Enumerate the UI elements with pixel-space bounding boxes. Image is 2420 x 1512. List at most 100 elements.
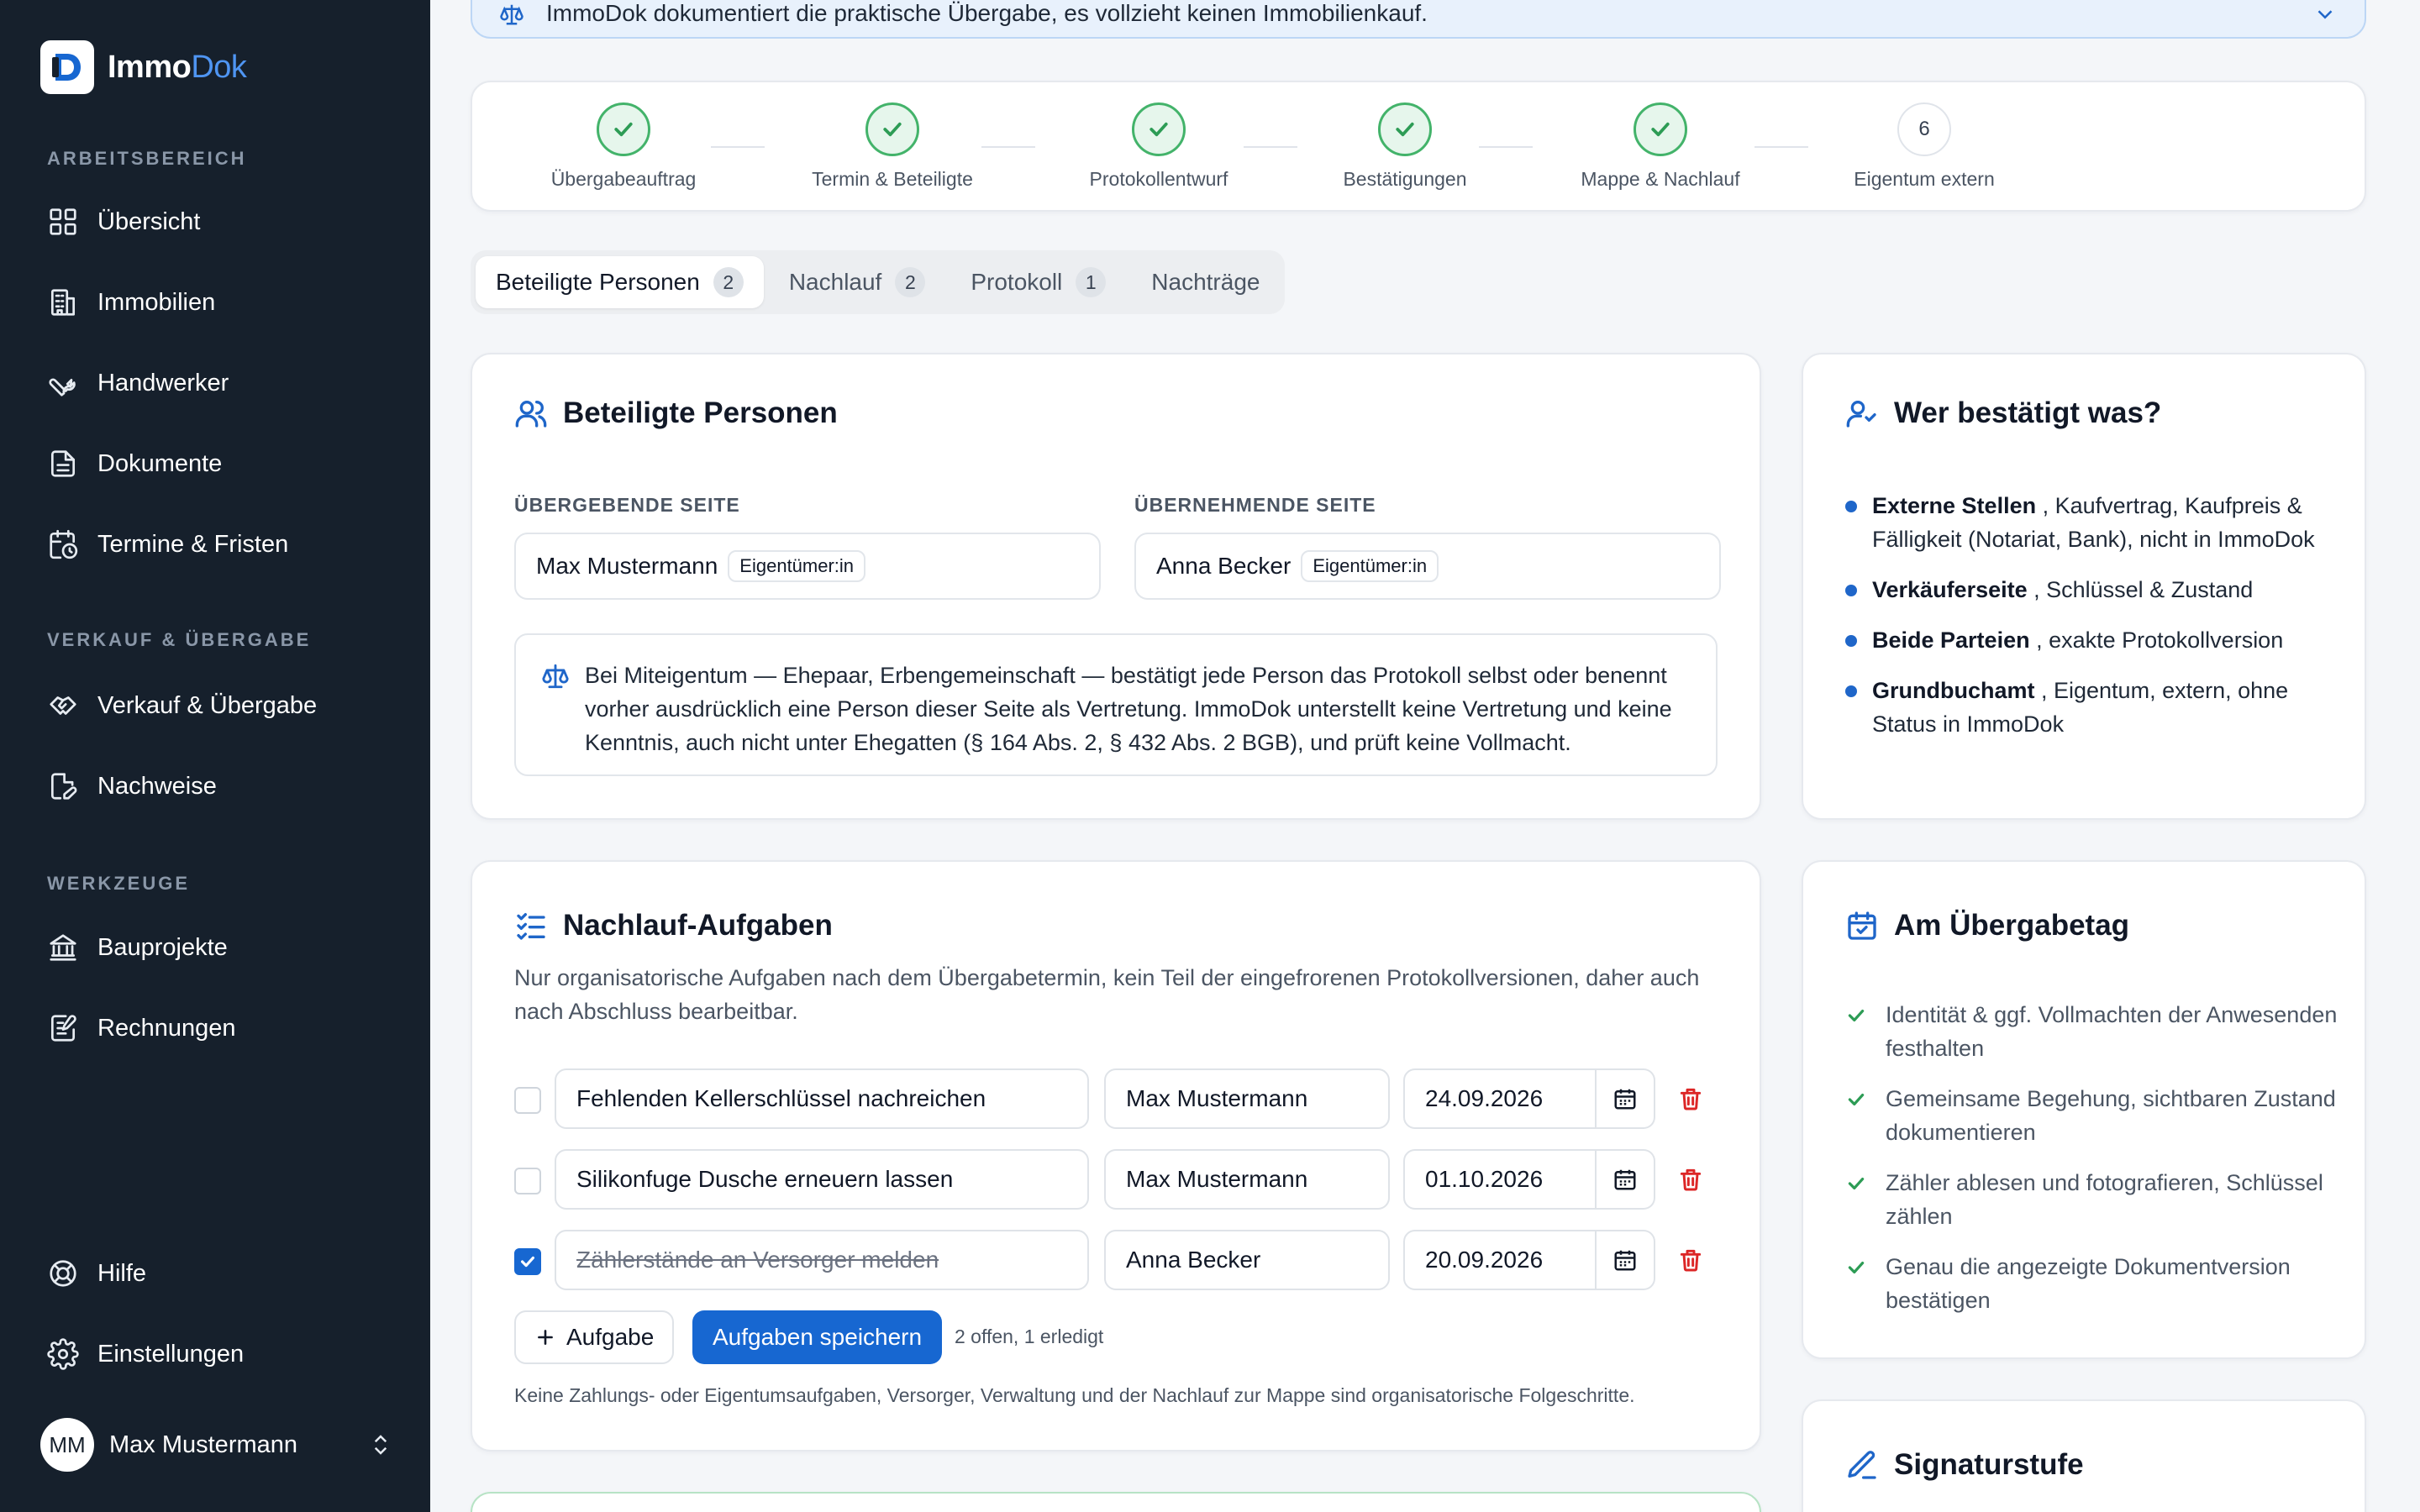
sidebar-item-uebersicht[interactable]: Übersicht — [47, 201, 201, 243]
date-picker-button[interactable] — [1597, 1068, 1655, 1129]
nav-section-label: ARBEITSBEREICH — [47, 148, 247, 169]
card-title: Signaturstufe — [1845, 1448, 2084, 1482]
sidebar-item-label: Immobilien — [97, 288, 216, 316]
tab-nachlauf[interactable]: Nachlauf 2 — [769, 256, 946, 308]
receiving-person[interactable]: Anna Becker Eigentümer:in — [1134, 533, 1721, 600]
giving-person[interactable]: Max Mustermann Eigentümer:in — [514, 533, 1101, 600]
step-circle: 6 — [1897, 102, 1951, 156]
users-icon — [515, 401, 547, 428]
tab-beteiligte[interactable]: Beteiligte Personen 2 — [476, 256, 764, 308]
list-item: Verkäuferseite , Schlüssel & Zustand — [1845, 573, 2341, 606]
task-assignee-input[interactable]: Max Mustermann — [1104, 1068, 1390, 1129]
task-checkbox[interactable] — [514, 1087, 541, 1114]
sidebar-item-label: Verkauf & Übergabe — [97, 691, 318, 719]
sidebar-item-handwerker[interactable]: Handwerker — [47, 362, 229, 404]
sidebar-item-label: Einstellungen — [97, 1340, 245, 1368]
note-text: Bei Miteigentum — Ehepaar, Erbengemeinsc… — [585, 663, 1672, 755]
sidebar-item-label: Übersicht — [97, 207, 201, 235]
file-edit-icon — [50, 773, 77, 800]
add-task-button[interactable]: Aufgabe — [514, 1310, 675, 1364]
step-2[interactable]: Termin & Beteiligte — [783, 102, 1002, 191]
sidebar-item-rechnungen[interactable]: Rechnungen — [47, 1007, 235, 1049]
tasks-footnote: Keine Zahlungs- oder Eigentumsaufgaben, … — [514, 1384, 1635, 1406]
step-5[interactable]: Mappe & Nachlauf — [1551, 102, 1770, 191]
list-item: Gemeinsame Begehung, sichtbaren Zustand … — [1845, 1082, 2349, 1149]
receiving-side-label: ÜBERNEHMENDE SEITE — [1134, 494, 1376, 516]
list-item: Externe Stellen , Kaufvertrag, Kaufpreis… — [1845, 489, 2341, 556]
user-menu[interactable]: MM Max Mustermann — [40, 1418, 393, 1472]
check-icon — [1396, 122, 1414, 137]
sidebar-item-immobilien[interactable]: Immobilien — [47, 281, 215, 323]
brand-name: ImmoDok — [108, 49, 247, 85]
lifebuoy-icon — [50, 1260, 76, 1287]
task-title-input[interactable]: Zählerstände an Versorger melden — [555, 1230, 1089, 1290]
sidebar-item-bauprojekte[interactable]: Bauprojekte — [47, 927, 228, 969]
date-picker-button[interactable] — [1597, 1230, 1655, 1290]
list-item: Genau die angezeigte Dokumentversion bes… — [1845, 1250, 2349, 1317]
task-checkbox[interactable] — [514, 1248, 541, 1275]
task-date-input[interactable]: 20.09.2026 — [1403, 1230, 1597, 1290]
user-name: Max Mustermann — [109, 1431, 298, 1458]
task-assignee-input[interactable]: Anna Becker — [1104, 1230, 1390, 1290]
step-circle — [1132, 102, 1186, 156]
scale-icon — [542, 664, 569, 689]
card-title: Am Übergabetag — [1845, 909, 2129, 942]
check-icon — [1848, 1177, 1865, 1190]
tab-bar: Beteiligte Personen 2 Nachlauf 2 Protoko… — [471, 250, 1286, 314]
save-tasks-button[interactable]: Aufgaben speichern — [692, 1310, 943, 1364]
plus-icon — [538, 1330, 553, 1345]
step-label: Bestätigungen — [1343, 168, 1467, 190]
trash-icon — [1680, 1249, 1702, 1272]
sidebar-item-hilfe[interactable]: Hilfe — [47, 1252, 146, 1294]
step-label: Eigentum extern — [1854, 168, 1995, 190]
handover-checklist: Identität & ggf. Vollmachten der Anwesen… — [1845, 998, 2349, 1334]
sidebar-item-nachweise[interactable]: Nachweise — [47, 765, 217, 807]
task-date-input[interactable]: 24.09.2026 — [1403, 1068, 1597, 1129]
list-item: Identität & ggf. Vollmachten der Anwesen… — [1845, 998, 2349, 1065]
step-6[interactable]: 6 Eigentum extern — [1815, 102, 2033, 191]
tab-nachtraege[interactable]: Nachträge — [1131, 256, 1280, 308]
receipt-icon — [50, 1015, 76, 1042]
calendar-icon — [1614, 1169, 1636, 1190]
step-3[interactable]: Protokollentwurf — [1050, 102, 1268, 191]
sidebar-item-dokumente[interactable]: Dokumente — [47, 443, 222, 485]
task-title-input[interactable]: Fehlenden Kellerschlüssel nachreichen — [555, 1068, 1089, 1129]
sidebar-item-label: Nachweise — [97, 772, 217, 800]
date-picker-button[interactable] — [1597, 1149, 1655, 1210]
delete-task-button[interactable] — [1677, 1085, 1704, 1116]
step-label: Termin & Beteiligte — [812, 168, 973, 190]
info-banner[interactable]: ImmoDok dokumentiert die praktische Über… — [471, 0, 2366, 39]
trash-icon — [1680, 1168, 1702, 1191]
task-checkbox[interactable] — [514, 1168, 541, 1194]
person-name: Max Mustermann — [536, 553, 718, 579]
step-label: Übergabeauftrag — [550, 168, 697, 190]
progress-stepper: Übergabeauftrag Termin & Beteiligte Prot… — [471, 81, 2366, 212]
add-task-label: Aufgabe — [566, 1324, 655, 1350]
handover-day-card: Am Übergabetag Identität & ggf. Vollmach… — [1802, 860, 2366, 1359]
list-item: Beide Parteien , exakte Protokollversion — [1845, 623, 2341, 657]
sidebar-item-einstellungen[interactable]: Einstellungen — [47, 1333, 244, 1375]
step-circle — [1378, 102, 1432, 156]
tab-protokoll[interactable]: Protokoll 1 — [950, 256, 1126, 308]
calendar-check-icon — [1848, 911, 1876, 940]
sidebar-item-label: Dokumente — [97, 449, 223, 477]
chevron-down-icon[interactable] — [2312, 2, 2338, 27]
scale-icon — [500, 4, 523, 25]
user-check-icon — [1846, 401, 1876, 428]
calendar-icon — [1614, 1250, 1636, 1271]
task-title-input[interactable]: Silikonfuge Dusche erneuern lassen — [555, 1149, 1089, 1210]
signature-card: Signaturstufe — [1802, 1399, 2366, 1512]
trash-icon — [1680, 1088, 1702, 1110]
task-date-input[interactable]: 01.10.2026 — [1403, 1149, 1597, 1210]
brand[interactable]: ImmoDok — [40, 40, 247, 94]
task-assignee-input[interactable]: Max Mustermann — [1104, 1149, 1390, 1210]
count-badge: 1 — [1076, 267, 1107, 297]
step-1[interactable]: Übergabeauftrag — [514, 102, 733, 191]
sidebar-item-label: Bauprojekte — [97, 933, 228, 961]
sidebar-item-verkauf[interactable]: Verkauf & Übergabe — [47, 685, 317, 727]
tab-label: Beteiligte Personen — [496, 269, 700, 295]
persons-card: Beteiligte Personen ÜBERGEBENDE SEITE ÜB… — [471, 353, 1761, 820]
sidebar-item-termine[interactable]: Termine & Fristen — [47, 523, 288, 565]
delete-task-button[interactable] — [1677, 1247, 1704, 1278]
delete-task-button[interactable] — [1677, 1166, 1704, 1197]
